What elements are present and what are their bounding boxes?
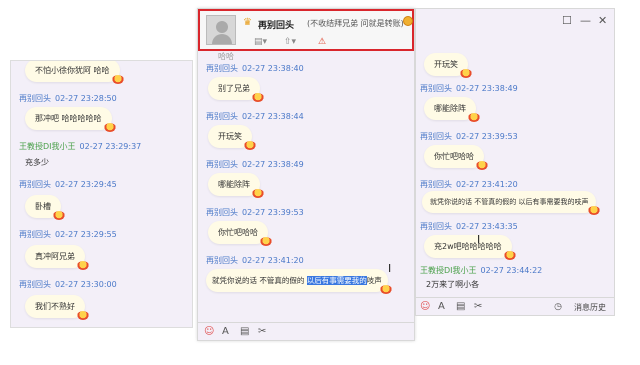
folder-icon[interactable]: ▤▾ xyxy=(254,37,267,47)
message-time: 02-27 23:29:55 xyxy=(55,230,117,239)
sender-name[interactable]: 再别回头 xyxy=(420,180,452,189)
right-input-toolbar: ☺ A ▤ ✂ ◷ 消息历史 xyxy=(416,297,614,315)
middle-message-list: 哈哈 再别回头 02-27 23:38:40 别了兄弟 再别回头 02-27 23:… xyxy=(198,52,414,320)
message-time: 02-27 23:29:45 xyxy=(55,180,117,189)
image-icon[interactable]: ▤ xyxy=(240,326,249,338)
message-bubble: 充2w吧哈哈哈哈哈 xyxy=(424,235,516,260)
emoji-icon[interactable]: ☺ xyxy=(204,326,214,338)
message-bubble: 哪能除阵 xyxy=(208,173,264,198)
sender-name[interactable]: 再别回头 xyxy=(420,222,452,231)
scissors-icon[interactable]: ✂ xyxy=(258,326,266,338)
message-bubble: 你忙吧哈哈 xyxy=(424,145,488,170)
scissors-icon[interactable]: ✂ xyxy=(474,301,482,313)
message-meta: 再别回头 02-27 23:29:45 xyxy=(19,179,117,190)
sender-name[interactable]: 王教授DI我小王 xyxy=(19,142,76,151)
message-meta: 再别回头 02-27 23:38:40 xyxy=(206,63,304,74)
message-bubble: 开玩笑 xyxy=(208,125,256,150)
message-bubble: 卧槽 xyxy=(25,195,65,220)
message-meta: 再别回头 02-27 23:39:53 xyxy=(206,207,304,218)
message-meta: 再别回头 02-27 23:41:20 xyxy=(420,179,518,190)
message-meta: 再别回头 02-27 23:39:53 xyxy=(420,131,518,142)
message-meta: 再别回头 02-27 23:38:49 xyxy=(420,83,518,94)
maximize-icon[interactable]: ☐ xyxy=(562,15,572,26)
chat-header: ♛ 再别回头 (不收结拜兄弟 问就是转账) ▤▾ ⇧▾ ⚠ xyxy=(198,9,414,51)
sender-name[interactable]: 再别回头 xyxy=(19,280,51,289)
left-message-list: 不怕小徐你犹阿 哈哈 再别回头 02-27 23:28:50 那冲吧 哈哈哈哈哈 … xyxy=(11,61,192,327)
minimize-icon[interactable]: — xyxy=(580,15,591,26)
message-meta: 再别回头 02-27 23:38:49 xyxy=(206,159,304,170)
message-time: 02-27 23:39:53 xyxy=(242,208,304,217)
message-bubble: 别了兄弟 xyxy=(208,77,264,102)
message-time: 02-27 23:38:49 xyxy=(456,84,518,93)
message-text: 2万来了啊小各 xyxy=(426,280,480,289)
image-icon[interactable]: ▤ xyxy=(456,301,465,313)
sender-name[interactable]: 再别回头 xyxy=(19,94,51,103)
close-icon[interactable]: ✕ xyxy=(598,15,607,26)
sender-name[interactable]: 再别回头 xyxy=(19,230,51,239)
right-chat-panel: ☐ — ✕ 开玩笑 再别回头 02-27 23:38:49 哪能除阵 再别回头 02… xyxy=(415,8,615,316)
message-bubble: 真冲阿兄弟 xyxy=(25,245,89,270)
middle-input-toolbar: ☺ A ▤ ✂ xyxy=(198,322,414,340)
font-icon[interactable]: A xyxy=(438,301,445,313)
message-text-part: 就凭你说的话 不管真的假的 xyxy=(212,276,307,285)
message-time: 02-27 23:38:44 xyxy=(242,112,304,121)
right-message-list: 开玩笑 再别回头 02-27 23:38:49 哪能除阵 再别回头 02-27 23… xyxy=(416,53,614,295)
left-chat-panel: 不怕小徐你犹阿 哈哈 再别回头 02-27 23:28:50 那冲吧 哈哈哈哈哈 … xyxy=(10,60,193,328)
message-time: 02-27 23:29:37 xyxy=(79,142,142,151)
message-meta: 再别回头 02-27 23:28:50 xyxy=(19,93,117,104)
message-time: 02-27 23:30:00 xyxy=(55,280,117,289)
message-bubble: 你忙吧哈哈 xyxy=(208,221,272,246)
sender-name[interactable]: 再别回头 xyxy=(206,208,238,217)
message-meta: 再别回头 02-27 23:43:35 xyxy=(420,221,518,232)
emoji-icon[interactable]: ☺ xyxy=(420,301,430,313)
message-bubble: 那冲吧 哈哈哈哈哈 xyxy=(25,107,116,132)
message-time: 02-27 23:44:22 xyxy=(480,266,543,275)
message-meta: 再别回头 02-27 23:38:44 xyxy=(206,111,304,122)
message-time: 02-27 23:38:40 xyxy=(242,64,304,73)
message-bubble: 我们不熟好 xyxy=(25,295,89,320)
clock-icon: ◷ xyxy=(554,302,562,312)
message-bubble: 哪能除阵 xyxy=(424,97,480,122)
selected-text[interactable]: 以后有事需要我的 xyxy=(306,276,367,285)
sender-name[interactable]: 王教授DI我小王 xyxy=(420,266,477,275)
sender-name[interactable]: 再别回头 xyxy=(19,180,51,189)
text-cursor-icon: I xyxy=(477,233,481,246)
message-time: 02-27 23:38:49 xyxy=(242,160,304,169)
sender-name[interactable]: 再别回头 xyxy=(206,64,238,73)
sender-name[interactable]: 再别回头 xyxy=(206,160,238,169)
middle-chat-window: ♛ 再别回头 (不收结拜兄弟 问就是转账) ▤▾ ⇧▾ ⚠ 哈哈 再别回头 02-… xyxy=(197,8,415,341)
message-bubble: 就凭你说的话 不管真的假的 以后有事需要我的吱声 xyxy=(422,191,601,215)
message-meta: 王教授DI我小王 02-27 23:44:22 xyxy=(420,265,542,276)
message-time: 02-27 23:41:20 xyxy=(242,256,304,265)
message-history-button[interactable]: 消息历史 xyxy=(574,302,606,313)
message-time: 02-27 23:43:35 xyxy=(456,222,518,231)
font-icon[interactable]: A xyxy=(222,326,229,338)
sender-name[interactable]: 再别回头 xyxy=(420,132,452,141)
message-time: 02-27 23:28:50 xyxy=(55,94,117,103)
sender-name[interactable]: 再别回头 xyxy=(206,256,238,265)
text-cursor-icon: I xyxy=(388,262,392,275)
message-bubble: 开玩笑 xyxy=(424,53,472,78)
message-bubble[interactable]: 就凭你说的话 不管真的假的 以后有事需要我的吱声 xyxy=(206,269,392,294)
message-meta: 再别回头 02-27 23:29:55 xyxy=(19,229,117,240)
message-bubble: 不怕小徐你犹阿 哈哈 xyxy=(25,61,124,84)
alarm-icon[interactable]: ⚠ xyxy=(318,37,326,47)
avatar[interactable] xyxy=(206,15,236,45)
sender-name[interactable]: 再别回头 xyxy=(420,84,452,93)
crown-icon: ♛ xyxy=(243,17,252,28)
message-text: 充多少 xyxy=(25,158,49,167)
message-time: 02-27 23:41:20 xyxy=(456,180,518,189)
sender-name[interactable]: 再别回头 xyxy=(206,112,238,121)
message-time: 02-27 23:39:53 xyxy=(456,132,518,141)
message-meta: 再别回头 02-27 23:41:20 xyxy=(206,255,304,266)
chat-subtitle: (不收结拜兄弟 问就是转账) xyxy=(307,19,404,28)
message-text: 哈哈 xyxy=(218,52,234,61)
emoji-face-icon xyxy=(403,16,413,26)
message-meta: 王教授DI我小王 02-27 23:29:37 xyxy=(19,141,141,152)
upload-icon[interactable]: ⇧▾ xyxy=(284,37,296,47)
chat-title[interactable]: 再别回头 xyxy=(258,18,294,31)
message-text-part: 吱声 xyxy=(366,276,382,285)
message-meta: 再别回头 02-27 23:30:00 xyxy=(19,279,117,290)
